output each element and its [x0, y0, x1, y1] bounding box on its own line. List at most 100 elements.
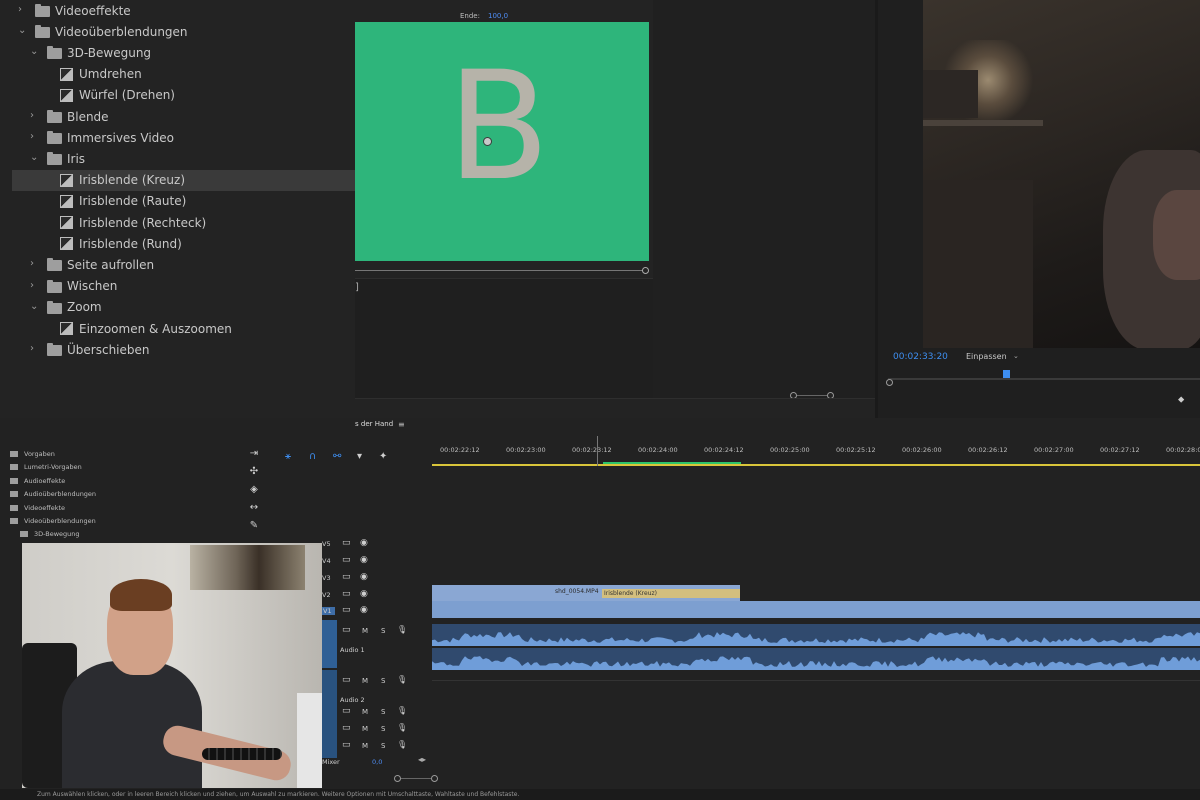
effect-tree-item[interactable]: › Immersives Video: [0, 127, 355, 148]
mute-button[interactable]: M: [362, 725, 368, 733]
track-name[interactable]: V1: [320, 607, 335, 615]
video-track-header[interactable]: V4 ▭ ◉: [320, 554, 430, 570]
effect-tree-item[interactable]: › Seite aufrollen: [0, 254, 355, 275]
track-name[interactable]: V3: [322, 574, 331, 582]
video-track-header[interactable]: V3 ▭ ◉: [320, 571, 430, 587]
sync-lock-icon[interactable]: ▭: [342, 555, 351, 565]
nest-icon[interactable]: ⚹: [285, 451, 291, 463]
effect-tree-item[interactable]: Irisblende (Raute): [0, 191, 355, 212]
chevron-right-icon[interactable]: ›: [30, 259, 38, 269]
linked-selection-icon[interactable]: ⚯: [333, 451, 341, 463]
chevron-right-icon[interactable]: ›: [30, 344, 38, 354]
sequence-tab[interactable]: s der Hand: [355, 420, 393, 428]
chevron-down-icon[interactable]: ⌄: [18, 26, 26, 36]
mute-button[interactable]: M: [362, 708, 368, 716]
sync-lock-icon[interactable]: ▭: [342, 538, 351, 548]
sync-lock-icon[interactable]: ▭: [342, 605, 351, 615]
video-track-header[interactable]: V5 ▭ ◉: [320, 537, 430, 553]
microphone-icon[interactable]: 🎙: [397, 740, 407, 749]
chevron-down-icon[interactable]: ⌄: [30, 153, 38, 163]
work-area-bar[interactable]: [432, 464, 1200, 466]
snap-icon[interactable]: ∩: [309, 451, 316, 463]
zoom-right-knob[interactable]: [431, 775, 438, 782]
video-clip-v1[interactable]: [432, 601, 1200, 618]
razor-icon[interactable]: ◈: [248, 484, 260, 496]
sync-lock-icon[interactable]: ▭: [342, 675, 351, 685]
chevron-right-icon[interactable]: ›: [30, 280, 38, 290]
pen-icon[interactable]: ✎: [248, 520, 260, 532]
slip-icon[interactable]: ↔: [248, 502, 260, 514]
a3-a5-target[interactable]: [320, 720, 337, 758]
project-tree-item[interactable]: Lumetri-Vorgaben: [10, 463, 82, 476]
solo-button[interactable]: S: [381, 627, 385, 635]
wrench-icon[interactable]: ✦: [379, 451, 387, 463]
eye-icon[interactable]: ◉: [360, 538, 368, 548]
effect-tree-item[interactable]: Einzoomen & Auszoomen: [0, 318, 355, 339]
effect-tree-item[interactable]: ⌄ Iris: [0, 148, 355, 169]
effect-tree-item[interactable]: Irisblende (Kreuz): [12, 169, 355, 191]
project-tree-item[interactable]: Videoüberblendungen: [10, 517, 96, 530]
project-tree-item[interactable]: Videoeffekte: [10, 504, 65, 517]
time-ruler[interactable]: 00:02:22:12 00:02:23:00 00:02:23:12 00:02:2…: [432, 444, 1200, 464]
chevron-right-icon[interactable]: ›: [30, 111, 38, 121]
center-point-handle[interactable]: [483, 137, 492, 146]
sync-lock-icon[interactable]: ▭: [342, 589, 351, 599]
program-scrub-bar[interactable]: [888, 378, 1200, 380]
track-name[interactable]: V4: [322, 557, 331, 565]
program-playhead[interactable]: [1003, 370, 1010, 378]
effect-tree-item[interactable]: Würfel (Drehen): [0, 85, 355, 106]
solo-button[interactable]: S: [381, 708, 385, 716]
audio-clip-a1[interactable]: [432, 624, 1200, 646]
effect-tree-item[interactable]: Irisblende (Rund): [0, 233, 355, 254]
marker-icon[interactable]: ⬥: [1178, 395, 1184, 405]
effect-tree-item[interactable]: › Wischen: [0, 276, 355, 297]
microphone-icon[interactable]: 🎙: [397, 723, 407, 732]
a2-target[interactable]: [320, 670, 337, 720]
video-track-header[interactable]: V1 ▭ ◉: [320, 604, 430, 620]
effect-tree-item[interactable]: › Überschieben: [0, 339, 355, 360]
tab-menu-icon[interactable]: ≡: [398, 420, 405, 429]
effect-tree-item[interactable]: ⌄ Videoüberblendungen: [0, 21, 355, 42]
timeline-zoom-scrollbar[interactable]: [394, 775, 439, 782]
preview-slider-knob[interactable]: [642, 267, 649, 274]
chevron-down-icon[interactable]: ⌄: [1013, 352, 1019, 360]
effect-tree-item[interactable]: Irisblende (Rechteck): [0, 212, 355, 233]
project-tree-item[interactable]: 3D-Bewegung: [20, 530, 80, 543]
mute-button[interactable]: M: [362, 627, 368, 635]
chevron-right-icon[interactable]: ›: [18, 5, 26, 15]
eye-icon[interactable]: ◉: [360, 589, 368, 599]
transition-clip[interactable]: Irisblende (Kreuz): [602, 589, 740, 598]
timeline-playhead[interactable]: [597, 436, 598, 466]
effect-tree-item[interactable]: › Videoeffekte: [0, 0, 355, 21]
end-value[interactable]: 100,0: [488, 12, 508, 20]
microphone-icon[interactable]: 🎙: [397, 675, 407, 684]
effect-tree-item[interactable]: ⌄ Zoom: [0, 297, 355, 318]
project-tree-item[interactable]: Audioeffekte: [10, 477, 65, 490]
microphone-icon[interactable]: 🎙: [397, 706, 407, 715]
chevron-down-icon[interactable]: ⌄: [30, 301, 38, 311]
play-icon[interactable]: ◂▸: [418, 755, 426, 764]
playhead-timecode[interactable]: 00:02:33:20: [893, 352, 948, 362]
track-name[interactable]: V5: [322, 540, 331, 548]
add-marker-icon[interactable]: ▾: [357, 451, 362, 463]
ripple-edit-icon[interactable]: ✣: [248, 466, 260, 478]
solo-button[interactable]: S: [381, 742, 385, 750]
eye-icon[interactable]: ◉: [360, 605, 368, 615]
scroll-track[interactable]: [797, 395, 827, 396]
eye-icon[interactable]: ◉: [360, 555, 368, 565]
program-video-frame[interactable]: [923, 0, 1200, 348]
program-zoom-knob[interactable]: [886, 379, 893, 386]
project-tree-item[interactable]: Vorgaben: [10, 450, 55, 463]
zoom-left-knob[interactable]: [394, 775, 401, 782]
microphone-icon[interactable]: 🎙: [397, 625, 407, 634]
preview-slider-track[interactable]: [355, 270, 645, 271]
project-tree-item[interactable]: Audioüberblendungen: [10, 490, 96, 503]
mute-button[interactable]: M: [362, 742, 368, 750]
effect-tree-item[interactable]: ⌄ 3D-Bewegung: [0, 42, 355, 63]
effect-tree-item[interactable]: Umdrehen: [0, 64, 355, 85]
mute-button[interactable]: M: [362, 677, 368, 685]
solo-button[interactable]: S: [381, 677, 385, 685]
sync-lock-icon[interactable]: ▭: [342, 740, 351, 750]
a1-target[interactable]: [320, 620, 337, 668]
video-track-header[interactable]: V2 ▭ ◉: [320, 588, 430, 604]
